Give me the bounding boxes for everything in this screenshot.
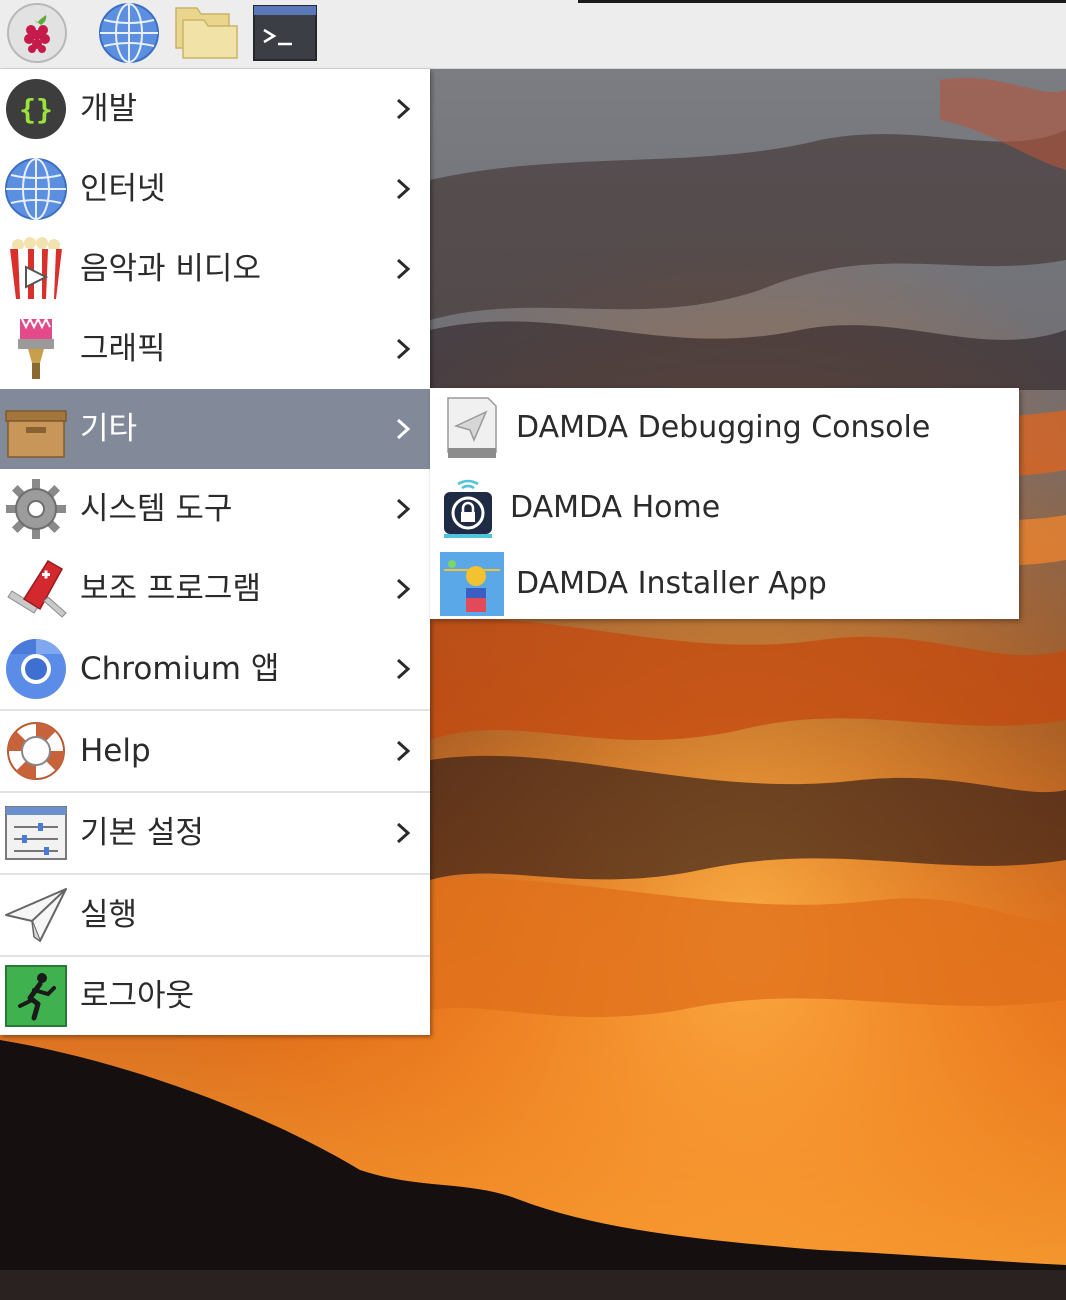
menu-item-preferences[interactable]: 기본 설정 (0, 793, 430, 873)
lifebuoy-icon (7, 722, 65, 780)
popcorn-icon (10, 237, 62, 299)
preferences-icon (5, 806, 67, 860)
menu-item-programming[interactable]: {} 개발 (0, 69, 430, 149)
archive-box-icon (5, 410, 67, 458)
chevron-right-icon (396, 658, 411, 680)
chevron-right-icon (396, 498, 411, 520)
menu-item-run[interactable]: 실행 (0, 875, 430, 955)
submenu-item-label: DAMDA Home (510, 490, 721, 525)
globe-icon (99, 3, 159, 63)
chevron-right-icon (396, 338, 411, 360)
submenu-item-label: DAMDA Installer App (516, 566, 827, 601)
menu-item-accessories[interactable]: 보조 프로그램 (0, 549, 430, 629)
menu-item-label: 인터넷 (80, 171, 166, 207)
paper-plane-icon (5, 888, 67, 942)
menu-item-label: 기타 (80, 411, 138, 447)
menu-item-system-tools[interactable]: 시스템 도구 (0, 469, 430, 549)
chevron-right-icon (396, 740, 411, 762)
menu-item-label: 시스템 도구 (80, 491, 233, 527)
chevron-right-icon (396, 98, 411, 120)
menu-item-label: Chromium 앱 (80, 651, 280, 687)
submenu-item-damda-installer-app[interactable]: DAMDA Installer App (430, 546, 1019, 622)
raspberry-icon (7, 3, 67, 63)
folder-icon (175, 7, 238, 59)
paintbrush-icon (18, 317, 54, 379)
terminal-icon (253, 5, 317, 61)
menu-item-label: 그래픽 (80, 331, 166, 367)
globe-icon (5, 158, 67, 220)
menu-item-label: 보조 프로그램 (80, 571, 261, 607)
chevron-right-icon (396, 178, 411, 200)
menu-item-chromium-apps[interactable]: Chromium 앱 (0, 629, 430, 709)
damda-installer-icon (440, 552, 504, 616)
chevron-right-icon (396, 258, 411, 280)
submenu-item-damda-home[interactable]: DAMDA Home (430, 470, 1019, 546)
terminal-button[interactable] (252, 2, 318, 64)
chevron-right-icon (396, 578, 411, 600)
chromium-icon (6, 639, 66, 699)
menu-item-label: 음악과 비디오 (80, 251, 261, 287)
taskbar (0, 0, 1066, 69)
menu-item-label: 실행 (80, 897, 138, 933)
web-browser-button[interactable] (96, 2, 162, 64)
braces-icon: {} (6, 79, 66, 139)
submenu-item-label: DAMDA Debugging Console (516, 410, 931, 445)
debug-console-icon (447, 397, 497, 458)
menu-item-internet[interactable]: 인터넷 (0, 149, 430, 229)
svg-text:{}: {} (19, 93, 53, 126)
menu-item-label: 개발 (80, 91, 138, 127)
chevron-right-icon (396, 822, 411, 844)
swiss-knife-icon (7, 559, 67, 618)
menu-item-label: 기본 설정 (80, 815, 204, 851)
menu-item-other[interactable]: 기타 (0, 389, 430, 469)
menu-item-graphics[interactable]: 그래픽 (0, 309, 430, 389)
menu-item-label: Help (80, 733, 151, 769)
applications-menu-button[interactable] (4, 2, 70, 64)
submenu-item-damda-debugging-console[interactable]: DAMDA Debugging Console (430, 390, 1019, 466)
menu-item-label: 로그아웃 (80, 978, 195, 1014)
other-submenu: DAMDA Debugging Console DAMDA Home DAMDA… (430, 388, 1019, 619)
gear-icon (6, 479, 66, 539)
damda-home-icon (444, 479, 492, 538)
menu-item-help[interactable]: Help (0, 711, 430, 791)
chevron-right-icon (396, 418, 411, 440)
file-manager-button[interactable] (173, 2, 239, 64)
applications-menu: {} 개발 인터넷 음악과 비디오 그래픽 기타 시스템 도구 보조 프로그램 … (0, 69, 430, 1035)
taskbar-window-edge (578, 0, 1066, 3)
exit-icon (5, 965, 67, 1027)
menu-item-sound-video[interactable]: 음악과 비디오 (0, 229, 430, 309)
menu-item-logout[interactable]: 로그아웃 (0, 956, 430, 1036)
